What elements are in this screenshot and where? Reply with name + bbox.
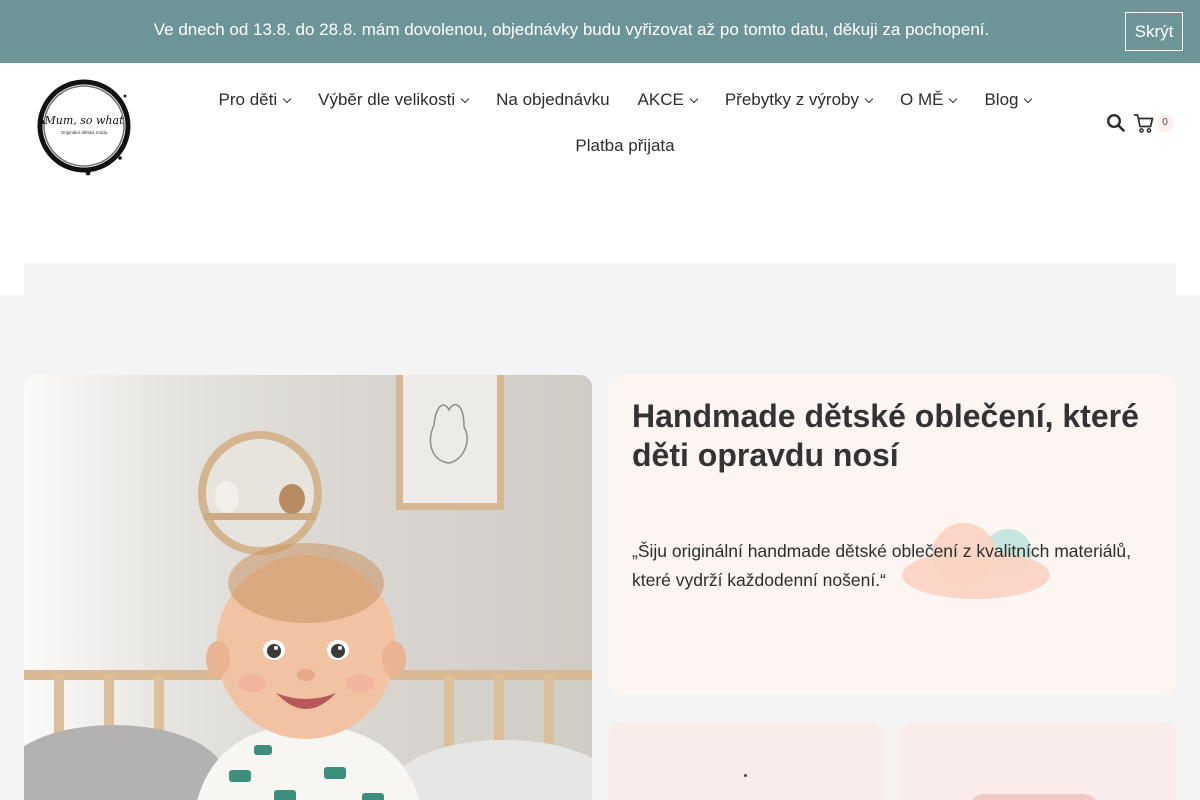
chevron-down-icon bbox=[282, 94, 292, 103]
chevron-down-icon bbox=[689, 94, 699, 103]
nav-item-label: Přebytky z výroby bbox=[724, 90, 859, 109]
header-divider-strip bbox=[24, 263, 1176, 295]
nav-item-label: Na objednávku bbox=[496, 90, 610, 109]
nav-item-label: Pro děti bbox=[218, 90, 278, 109]
category-tile-2[interactable] bbox=[899, 722, 1176, 800]
nav-item-akce[interactable]: AKCE bbox=[624, 90, 711, 110]
announcement-text: Ve dnech od 13.8. do 28.8. mám dovolenou… bbox=[153, 20, 990, 39]
nav-item-label: AKCE bbox=[637, 90, 684, 109]
site-logo[interactable]: Mum, so what Originální dětská móda bbox=[34, 76, 134, 176]
chevron-down-icon bbox=[460, 94, 470, 103]
announcement-bar: Ve dnech od 13.8. do 28.8. mám dovolenou… bbox=[0, 0, 1200, 63]
decorative-shape bbox=[969, 794, 1099, 800]
chevron-down-icon bbox=[949, 94, 958, 103]
nav-item-label: Výběr dle velikosti bbox=[318, 90, 456, 109]
nav-item-na-objednavku[interactable]: Na objednávku bbox=[482, 90, 623, 110]
hero-quote: „Šiju originální handmade dětské oblečen… bbox=[632, 541, 1132, 590]
search-icon[interactable] bbox=[1106, 113, 1126, 133]
nav-item-blog[interactable]: Blog bbox=[970, 90, 1045, 110]
logo-title: Mum, so what bbox=[43, 114, 124, 127]
decorative-dot bbox=[744, 774, 747, 777]
nav-item-vyber-dle-velikosti[interactable]: Výběr dle velikosti bbox=[304, 90, 482, 110]
nav-item-label: Blog bbox=[984, 90, 1019, 109]
nav-row-1: Pro děti Výběr dle velikosti Na objednáv… bbox=[190, 80, 1060, 120]
cart-icon[interactable] bbox=[1133, 112, 1155, 134]
category-tile-1[interactable] bbox=[608, 722, 885, 800]
nav-item-platba-prijata[interactable]: Platba přijata bbox=[561, 136, 688, 156]
hero-baby-photo bbox=[24, 375, 592, 800]
hero-card: Handmade dětské oblečení, které děti opr… bbox=[608, 375, 1176, 695]
logo-tagline: Originální dětská móda bbox=[61, 130, 108, 135]
nav-item-o-me[interactable]: O MĚ bbox=[886, 90, 970, 110]
main-navigation: Pro děti Výběr dle velikosti Na objednáv… bbox=[190, 80, 1060, 166]
cart-count-badge: 0 bbox=[1156, 114, 1174, 132]
hide-announcement-button[interactable]: Skrýt bbox=[1125, 12, 1183, 51]
chevron-down-icon bbox=[1024, 94, 1033, 103]
nav-item-prebytky-z-vyroby[interactable]: Přebytky z výroby bbox=[711, 90, 886, 110]
hero-title: Handmade dětské oblečení, které děti opr… bbox=[632, 398, 1139, 473]
nav-item-label: O MĚ bbox=[900, 90, 944, 109]
nav-item-label: Platba přijata bbox=[575, 136, 675, 155]
nav-item-pro-deti[interactable]: Pro děti bbox=[205, 90, 305, 110]
site-header: Mum, so what Originální dětská móda Pro … bbox=[0, 63, 1200, 295]
chevron-down-icon bbox=[864, 94, 874, 103]
nav-row-2: Platba přijata bbox=[190, 126, 1060, 166]
